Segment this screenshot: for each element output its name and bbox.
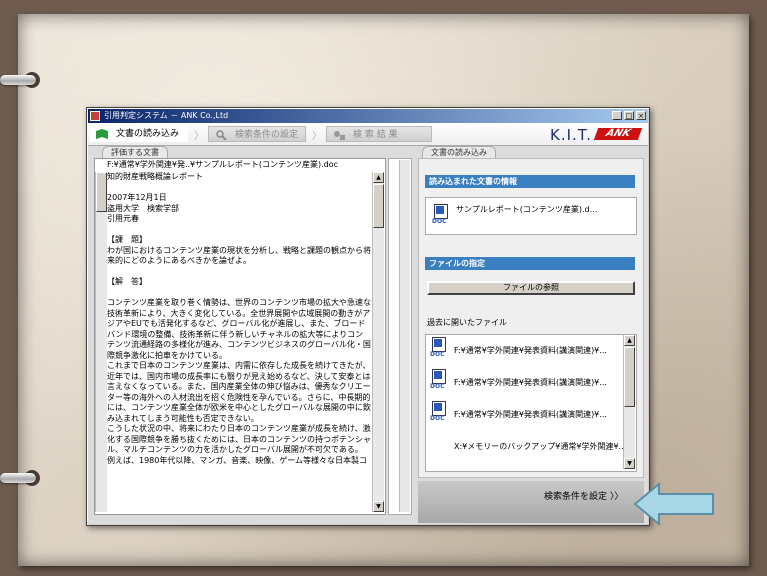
word-doc-icon: DOC xyxy=(430,369,446,391)
title-bar[interactable]: 引用判定システム － ANK Co.,Ltd _ □ × xyxy=(88,109,648,123)
word-doc-icon: DOC xyxy=(430,337,446,359)
document-scrollbar[interactable]: ▲ ▼ xyxy=(372,172,384,512)
scroll-thumb[interactable] xyxy=(96,172,107,212)
list-item[interactable]: DOC F:¥通常¥学外関連¥発表資料(講演関連)¥... xyxy=(426,401,622,431)
window-title: 引用判定システム － ANK Co.,Ltd xyxy=(104,111,229,120)
scroll-thumb[interactable] xyxy=(624,347,635,407)
history-scrollbar[interactable]: ▲ ▼ xyxy=(623,335,635,469)
app-window: 引用判定システム － ANK Co.,Ltd _ □ × 文書の読み込み 〉 検… xyxy=(86,107,650,526)
kit-logo: K.I.T. xyxy=(550,126,592,144)
document-text: 知的財産戦略概論レポート 2007年12月1日 盗用大学 検索学部 引用元春 【… xyxy=(107,172,371,465)
side-strip xyxy=(388,158,412,515)
side-scrollbar[interactable] xyxy=(399,160,410,512)
section-file-select: ファイルの指定 xyxy=(425,257,635,270)
section-loaded-info: 読み込まれた文書の情報 xyxy=(425,175,635,188)
step-search-conditions[interactable]: 検索条件の設定 xyxy=(208,126,306,142)
book-icon xyxy=(96,129,108,139)
history-list[interactable]: DOC F:¥通常¥学外関連¥発表資料(講演関連)¥... DOC F:¥通常¥… xyxy=(425,334,637,472)
history-label: 過去に開いたファイル xyxy=(427,318,507,327)
binder-ring xyxy=(0,75,36,85)
scroll-down-button[interactable]: ▼ xyxy=(624,458,635,469)
left-scrollbar[interactable] xyxy=(95,172,107,512)
app-icon xyxy=(90,111,100,121)
search-icon xyxy=(216,130,227,140)
word-doc-icon: DOC xyxy=(430,401,446,423)
chevron-right-icon: 〉 xyxy=(194,131,204,142)
chevron-right-icon: 〉 xyxy=(312,131,322,142)
loaded-file-name: サンプルレポート(コンテンツ産業).d... xyxy=(456,205,598,214)
step-search-results[interactable]: 検 索 結 果 xyxy=(326,126,432,142)
scroll-thumb[interactable] xyxy=(373,184,384,228)
browse-file-button[interactable]: ファイルの参照 xyxy=(427,281,635,295)
load-panel: 読み込まれた文書の情報 DOC サンプルレポート(コンテンツ産業).d... フ… xyxy=(418,158,644,478)
maximize-button[interactable]: □ xyxy=(624,111,634,120)
scroll-up-button[interactable]: ▲ xyxy=(624,335,635,346)
step-toolbar: 文書の読み込み 〉 検索条件の設定 〉 検 索 結 果 K.I.T. ANK xyxy=(88,123,648,146)
file-path: F:¥通常¥学外関連¥発..¥サンプルレポート(コンテンツ産業).doc xyxy=(107,160,339,169)
word-doc-icon: DOC xyxy=(432,204,448,226)
results-icon xyxy=(334,131,345,140)
scroll-up-button[interactable]: ▲ xyxy=(373,172,384,183)
list-item[interactable]: X:¥メモリーのバックアップ¥通常¥学外関連¥... xyxy=(426,433,626,463)
pointer-arrow-icon xyxy=(633,482,714,526)
step-load-document[interactable]: 文書の読み込み xyxy=(90,126,188,142)
binder-ring xyxy=(0,473,36,483)
close-button[interactable]: × xyxy=(636,111,646,120)
main-area: 評価する文書 F:¥通常¥学外関連¥発..¥サンプルレポート(コンテンツ産業).… xyxy=(88,146,648,524)
ank-logo: ANK xyxy=(593,128,643,140)
footer-bar: 検索条件を設定 〉〉 xyxy=(418,481,644,523)
list-item[interactable]: DOC F:¥通常¥学外関連¥発表資料(講演関連)¥... xyxy=(426,337,622,367)
loaded-document-box: DOC サンプルレポート(コンテンツ産業).d... xyxy=(425,197,637,235)
scroll-down-button[interactable]: ▼ xyxy=(373,501,384,512)
next-search-conditions-button[interactable]: 検索条件を設定 〉〉 xyxy=(544,489,623,502)
list-item[interactable]: DOC F:¥通常¥学外関連¥発表資料(講演関連)¥... xyxy=(426,369,622,399)
minimize-button[interactable]: _ xyxy=(612,111,622,120)
document-panel: F:¥通常¥学外関連¥発..¥サンプルレポート(コンテンツ産業).doc 知的財… xyxy=(94,158,386,515)
